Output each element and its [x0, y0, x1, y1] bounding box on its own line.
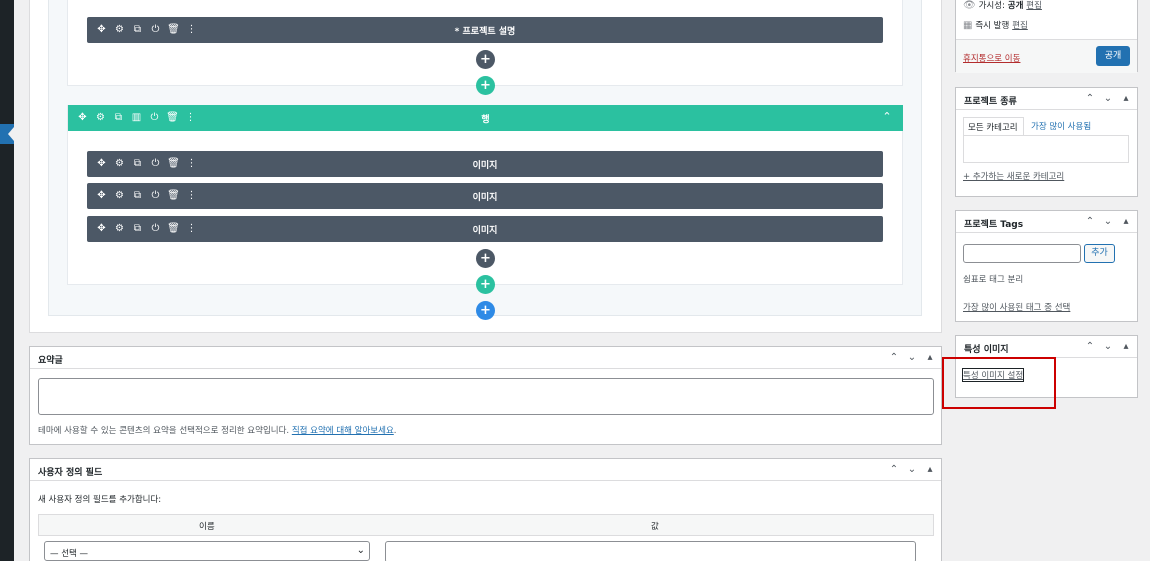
- eye-icon: 👁: [963, 0, 976, 11]
- box-controls: ⌃ ⌄ ▴: [1085, 215, 1131, 227]
- move-down-icon[interactable]: ⌄: [1103, 340, 1113, 352]
- select-value: — 선택 —: [50, 549, 89, 559]
- custom-fields-intro: 새 사용자 정의 필드를 추가합니다:: [38, 495, 162, 505]
- tags-title: 프로젝트 Tags: [964, 220, 1024, 230]
- project-categories-box: 프로젝트 종류 ⌃ ⌄ ▴ 모든 카테고리 가장 많이 사용됨 + 추가하는 새…: [955, 87, 1138, 197]
- schedule-label: 즉시 발행: [975, 21, 1010, 31]
- move-down-icon[interactable]: ⌄: [1103, 92, 1113, 104]
- category-checklist: [963, 135, 1129, 163]
- tags-header: 프로젝트 Tags ⌃ ⌄ ▴: [956, 211, 1137, 233]
- add-row-button[interactable]: +: [476, 275, 495, 294]
- excerpt-title: 요약글: [38, 356, 63, 366]
- move-down-icon[interactable]: ⌄: [1103, 215, 1113, 227]
- tab-all-label: 모든 카테고리: [968, 123, 1018, 133]
- calendar-icon: ▦: [963, 20, 973, 31]
- row-header[interactable]: ✥ ⚙ ⧉ ▥ ⏻ 🗑 ⋮ 행 ⌃: [68, 105, 903, 131]
- row-title: 행: [481, 115, 490, 125]
- categories-header: 프로젝트 종류 ⌃ ⌄ ▴: [956, 88, 1137, 110]
- excerpt-header: 요약글 ⌃ ⌄ ▴: [30, 347, 941, 369]
- chevron-up-icon[interactable]: ⌃: [881, 111, 893, 123]
- publish-actions: 휴지통으로 이동 공개: [956, 39, 1137, 73]
- excerpt-help-text: 테마에 사용할 수 있는 콘텐츠의 요약을 선택적으로 정리한 요약입니다.: [38, 426, 290, 436]
- categories-title: 프로젝트 종류: [964, 97, 1017, 107]
- tab-all-categories[interactable]: 모든 카테고리: [963, 117, 1024, 136]
- schedule-row: ▦ 즉시 발행 편집: [963, 19, 1028, 31]
- module-title: 이미지: [472, 193, 498, 203]
- module-title: * 프로젝트 설명: [454, 27, 516, 37]
- add-row-button[interactable]: +: [476, 76, 495, 95]
- module-title: 이미지: [472, 226, 498, 236]
- excerpt-help: 테마에 사용할 수 있는 콘텐츠의 요약을 선택적으로 정리한 요약입니다. 직…: [38, 424, 396, 436]
- tag-input[interactable]: [963, 244, 1081, 263]
- move-up-icon[interactable]: ⌃: [1085, 92, 1095, 104]
- box-controls: ⌃ ⌄ ▴: [1085, 92, 1131, 104]
- add-section-button[interactable]: +: [476, 301, 495, 320]
- move-down-icon[interactable]: ⌄: [907, 463, 917, 475]
- schedule-edit-link[interactable]: 편집: [1012, 21, 1028, 31]
- publish-box: 👁 가시성: 공개 편집 ▦ 즉시 발행 편집 휴지통으로 이동 공개: [955, 0, 1138, 73]
- move-up-icon[interactable]: ⌃: [889, 351, 899, 363]
- toggle-icon[interactable]: ▴: [1121, 92, 1131, 104]
- visibility-row: 👁 가시성: 공개 편집: [963, 0, 1042, 11]
- tags-hint: 쉼표로 태그 분리: [963, 275, 1024, 285]
- publish-button[interactable]: 공개: [1096, 46, 1130, 66]
- visibility-label: 가시성:: [978, 1, 1005, 11]
- module-image-1[interactable]: ✥ ⚙ ⧉ ⏻ 🗑 ⋮ 이미지: [87, 151, 883, 177]
- toggle-icon[interactable]: ▴: [1121, 340, 1131, 352]
- excerpt-help-suffix: .: [393, 426, 397, 436]
- visibility-edit-link[interactable]: 편집: [1026, 1, 1042, 11]
- highlight-annotation: [942, 357, 1056, 409]
- toggle-icon[interactable]: ▴: [1121, 215, 1131, 227]
- custom-fields-table-header: 이름 값: [38, 514, 934, 536]
- module-title: 이미지: [472, 161, 498, 171]
- add-module-button[interactable]: +: [476, 249, 495, 268]
- column-name-label: 이름: [199, 522, 215, 532]
- module-image-2[interactable]: ✥ ⚙ ⧉ ⏻ 🗑 ⋮ 이미지: [87, 183, 883, 209]
- custom-fields-title: 사용자 정의 필드: [38, 468, 103, 478]
- add-tag-button[interactable]: 추가: [1084, 244, 1115, 263]
- admin-sidebar: [0, 0, 14, 561]
- featured-header: 특성 이미지 ⌃ ⌄ ▴: [956, 336, 1137, 358]
- excerpt-textarea[interactable]: [38, 378, 934, 415]
- featured-title: 특성 이미지: [964, 345, 1009, 355]
- move-up-icon[interactable]: ⌃: [1085, 215, 1095, 227]
- popular-tags-link[interactable]: 가장 많이 사용된 태그 중 선택: [963, 301, 1070, 313]
- chevron-down-icon: ⌄: [356, 545, 365, 556]
- add-new-category-link[interactable]: + 추가하는 새로운 카테고리: [963, 170, 1064, 182]
- excerpt-help-link[interactable]: 직접 요약에 대해 알아보세요: [292, 426, 394, 436]
- trash-link[interactable]: 휴지통으로 이동: [963, 52, 1020, 64]
- excerpt-box: 요약글 ⌃ ⌄ ▴ 테마에 사용할 수 있는 콘텐츠의 요약을 선택적으로 정리…: [29, 346, 942, 445]
- custom-fields-header: 사용자 정의 필드 ⌃ ⌄ ▴: [30, 459, 941, 481]
- active-indicator-arrow: [8, 127, 14, 141]
- column-value-label: 값: [651, 522, 659, 532]
- tab-most-used[interactable]: 가장 많이 사용됨: [1031, 120, 1091, 132]
- toggle-icon[interactable]: ▴: [925, 351, 935, 363]
- toggle-icon[interactable]: ▴: [925, 463, 935, 475]
- box-controls: ⌃ ⌄ ▴: [889, 463, 935, 475]
- module-image-3[interactable]: ✥ ⚙ ⧉ ⏻ 🗑 ⋮ 이미지: [87, 216, 883, 242]
- visibility-value: 공개: [1007, 1, 1024, 11]
- row-panel-1: [67, 0, 903, 86]
- module-project-description[interactable]: ✥ ⚙ ⧉ ⏻ 🗑 ⋮ * 프로젝트 설명: [87, 17, 883, 43]
- move-down-icon[interactable]: ⌄: [907, 351, 917, 363]
- box-controls: ⌃ ⌄ ▴: [889, 351, 935, 363]
- box-controls: ⌃ ⌄ ▴: [1085, 340, 1131, 352]
- add-module-button[interactable]: +: [476, 50, 495, 69]
- custom-field-name-select[interactable]: — 선택 — ⌄: [44, 541, 370, 561]
- custom-fields-box: 사용자 정의 필드 ⌃ ⌄ ▴ 새 사용자 정의 필드를 추가합니다: 이름 값…: [29, 458, 942, 561]
- project-tags-box: 프로젝트 Tags ⌃ ⌄ ▴ 추가 쉼표로 태그 분리 가장 많이 사용된 태…: [955, 210, 1138, 322]
- custom-field-value-textarea[interactable]: [385, 541, 916, 561]
- move-up-icon[interactable]: ⌃: [1085, 340, 1095, 352]
- move-up-icon[interactable]: ⌃: [889, 463, 899, 475]
